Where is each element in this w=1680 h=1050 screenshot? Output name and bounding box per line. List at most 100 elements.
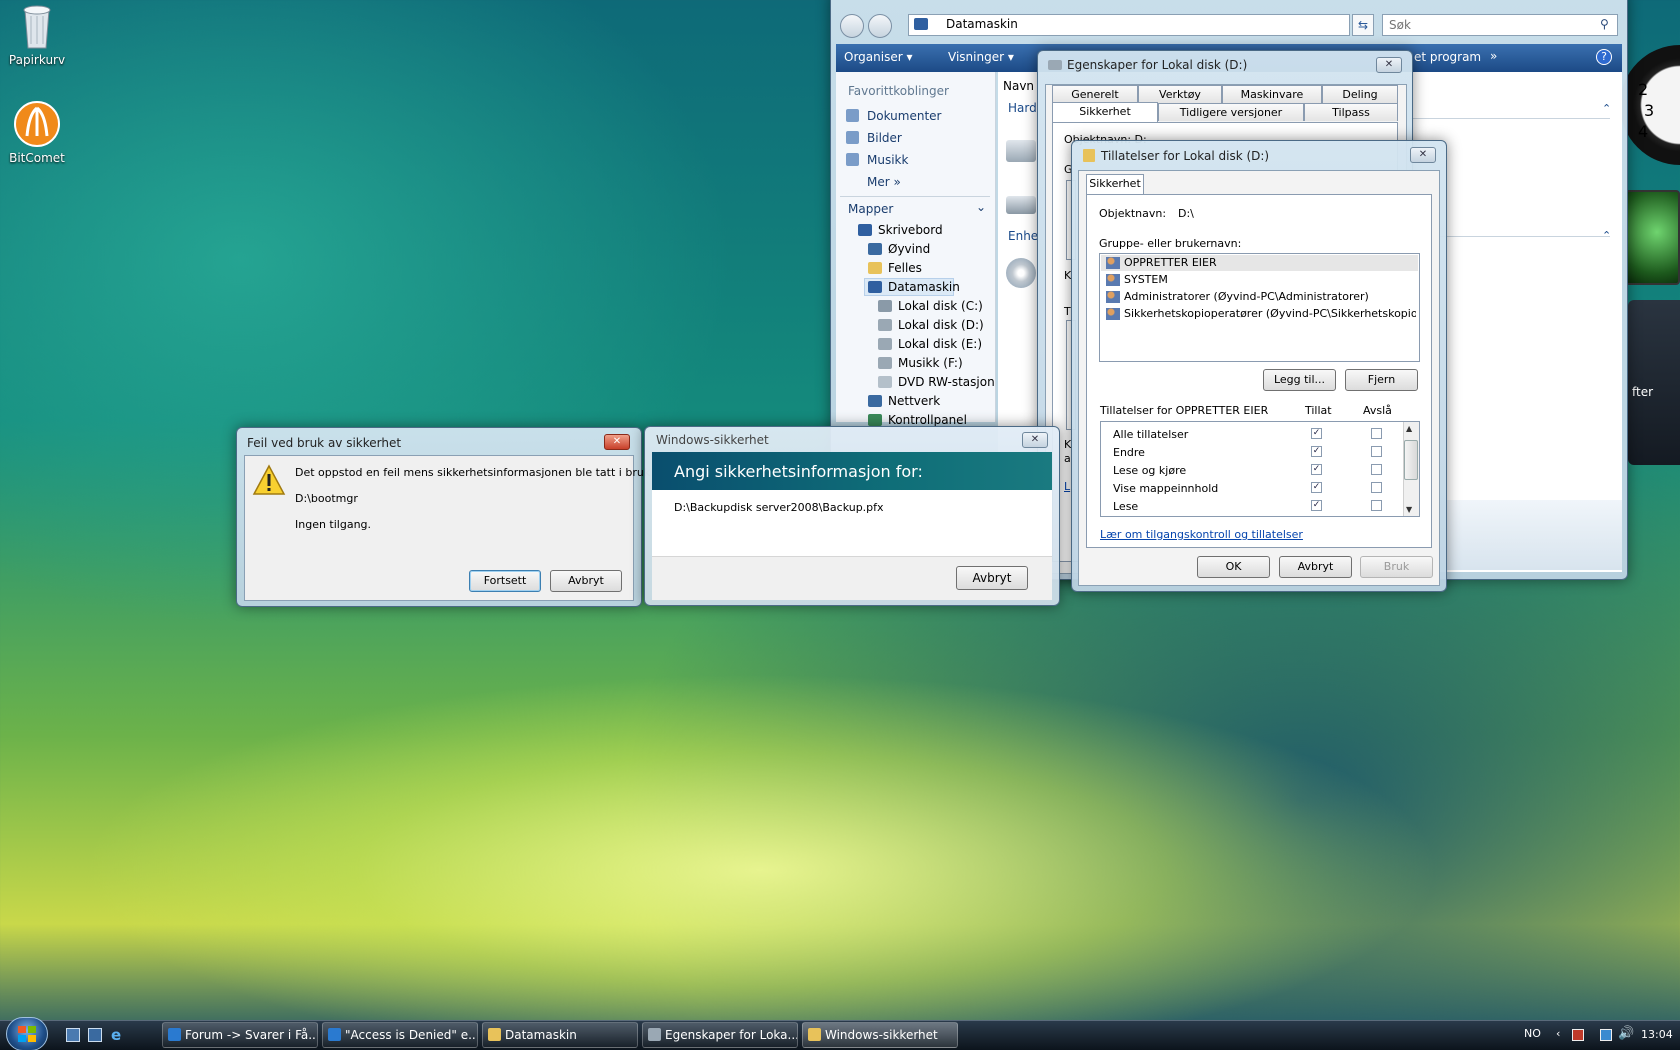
tree-item-dvd[interactable]: DVD RW-stasjon ( [898,375,1003,389]
deny-checkbox[interactable] [1371,500,1382,511]
folder-icon [808,1028,821,1041]
clock-number: 4 [1638,122,1649,141]
tree-item-drive-e[interactable]: Lokal disk (E:) [898,337,982,351]
tree-item-control-panel[interactable]: Kontrollpanel [888,413,967,427]
tab-customize[interactable]: Tilpass [1304,103,1398,121]
chevron-up-icon[interactable]: ⌃ [1602,229,1611,242]
tree-item-drive-f[interactable]: Musikk (F:) [898,356,963,370]
cancel-button[interactable]: Avbryt [550,570,622,592]
users-list-item[interactable]: SYSTEM [1124,273,1168,286]
apply-button[interactable]: Bruk [1360,556,1433,578]
network-tray-icon[interactable] [1600,1029,1612,1041]
tree-item-user[interactable]: Øyvind [888,242,930,256]
search-icon[interactable]: ⚲ [1600,17,1609,31]
drive-c-large-icon[interactable] [1006,140,1036,162]
scroll-up-icon[interactable]: ▲ [1406,424,1412,433]
show-desktop-icon[interactable] [66,1028,80,1042]
switch-windows-icon[interactable] [88,1028,102,1042]
tab-hardware[interactable]: Maskinvare [1222,85,1322,103]
help-icon[interactable]: ? [1596,49,1612,65]
desktop-icon-recycle-bin[interactable]: Papirkurv [2,2,72,67]
scroll-down-icon[interactable]: ▼ [1406,505,1412,514]
close-icon[interactable]: ✕ [1410,147,1436,163]
tree-item-public[interactable]: Felles [888,261,922,275]
folders-header[interactable]: Mapper [848,202,893,216]
ok-button[interactable]: OK [1197,556,1270,578]
tab-general[interactable]: Generelt [1052,85,1138,103]
add-button[interactable]: Legg til... [1263,369,1336,391]
security-tray-icon[interactable] [1572,1029,1584,1041]
users-list-item[interactable]: Sikkerhetskopioperatører (Øyvind-PC\Sikk… [1124,307,1416,320]
taskbar-item-windows-security[interactable]: Windows-sikkerhet [802,1022,958,1048]
recycle-bin-icon [23,5,51,49]
clock-time[interactable]: 13:04 [1641,1028,1673,1041]
internet-explorer-icon[interactable]: e [111,1026,121,1044]
drive-icon [648,1028,661,1041]
cancel-button[interactable]: Avbryt [956,566,1028,590]
permission-row-name: Vise mappeinnhold [1113,482,1219,495]
allow-checkbox[interactable]: ✓ [1311,500,1322,511]
computer-icon [868,281,882,293]
close-icon[interactable]: ✕ [1022,432,1048,448]
dvd-large-icon[interactable] [1006,258,1036,288]
feed-gadget[interactable] [1628,300,1680,465]
cancel-button[interactable]: Avbryt [1279,556,1352,578]
forward-button[interactable] [868,14,892,38]
desktop-icon-bitcomet[interactable]: BitComet [2,100,72,165]
favorites-header: Favorittkoblinger [848,84,949,98]
remove-button[interactable]: Fjern [1345,369,1418,391]
drive-d-large-icon[interactable] [1006,196,1036,214]
deny-checkbox[interactable] [1371,482,1382,493]
feed-gadget-text: fter [1632,385,1654,399]
back-button[interactable] [840,14,864,38]
favorite-link-music[interactable]: Musikk [867,153,908,167]
tree-item-drive-c[interactable]: Lokal disk (C:) [898,299,983,313]
tree-item-computer[interactable]: Datamaskin [888,280,960,294]
taskbar-item-label: Forum -> Svarer i Få... [185,1028,318,1042]
peek-link[interactable]: L [1064,480,1070,493]
tree-item-network[interactable]: Nettverk [888,394,940,408]
search-input[interactable] [1382,14,1618,36]
column-header-name[interactable]: Navn [1003,79,1034,93]
tree-item-desktop[interactable]: Skrivebord [878,223,943,237]
volume-icon[interactable]: 🔊 [1618,1026,1634,1041]
tab-security[interactable]: Sikkerhet [1086,174,1144,195]
favorite-link-pictures[interactable]: Bilder [867,131,902,145]
tab-tools[interactable]: Verktøy [1138,85,1222,103]
tab-security[interactable]: Sikkerhet [1052,102,1158,123]
chevron-down-icon[interactable]: ⌄ [976,200,986,214]
slideshow-gadget[interactable] [1625,190,1680,285]
close-icon[interactable]: ✕ [1376,57,1402,73]
favorite-link-more[interactable]: Mer » [867,175,901,189]
users-list-item[interactable]: Administratorer (Øyvind-PC\Administrator… [1124,290,1369,303]
tray-expand-icon[interactable]: ‹ [1556,1027,1560,1040]
language-indicator[interactable]: NO [1524,1027,1541,1040]
taskbar-item-computer[interactable]: Datamaskin [482,1022,638,1048]
refresh-button[interactable]: ⇆ [1352,14,1374,36]
allow-checkbox[interactable]: ✓ [1311,446,1322,457]
scrollbar-thumb[interactable] [1404,440,1418,480]
taskbar-item-properties[interactable]: Egenskaper for Loka... [642,1022,798,1048]
taskbar-item-forum[interactable]: Forum -> Svarer i Få... [162,1022,318,1048]
allow-checkbox[interactable]: ✓ [1311,428,1322,439]
program-button[interactable]: et program [1414,50,1481,64]
deny-checkbox[interactable] [1371,428,1382,439]
taskbar-item-access-denied[interactable]: "Access is Denied" e... [322,1022,478,1048]
deny-checkbox[interactable] [1371,446,1382,457]
allow-checkbox[interactable]: ✓ [1311,482,1322,493]
organize-button[interactable]: Organiser ▾ [844,50,913,64]
more-chevron-icon[interactable]: » [1490,49,1497,63]
learn-link[interactable]: Lær om tilgangskontroll og tillatelser [1100,528,1303,541]
users-list-item[interactable]: OPPRETTER EIER [1124,256,1217,269]
tree-item-drive-d[interactable]: Lokal disk (D:) [898,318,984,332]
close-icon[interactable]: ✕ [604,434,630,450]
favorite-link-documents[interactable]: Dokumenter [867,109,941,123]
tab-sharing[interactable]: Deling [1322,85,1398,103]
tab-previous-versions[interactable]: Tidligere versjoner [1158,103,1304,121]
chevron-up-icon[interactable]: ⌃ [1602,102,1611,115]
deny-checkbox[interactable] [1371,464,1382,475]
allow-checkbox[interactable]: ✓ [1311,464,1322,475]
views-button[interactable]: Visninger ▾ [948,50,1014,64]
computer-icon [914,18,928,30]
continue-button[interactable]: Fortsett [469,570,541,592]
